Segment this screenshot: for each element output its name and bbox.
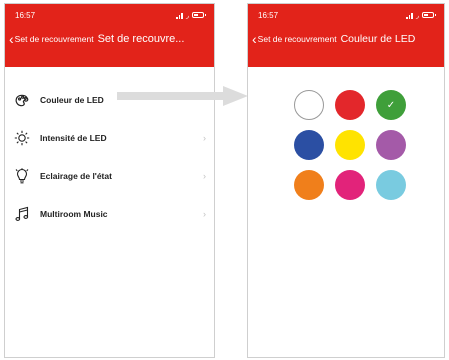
signal-icon xyxy=(406,12,413,19)
page-title: Set de recouvre... xyxy=(97,33,185,45)
status-time: 16:57 xyxy=(258,10,279,20)
app-header: 16:57 ◞ ‹ Set de recouvrement Set de rec… xyxy=(5,4,214,67)
bulb-icon xyxy=(14,168,30,184)
wifi-icon: ◞ xyxy=(185,10,189,20)
navigation-bar: ‹ Set de recouvrement Couleur de LED xyxy=(248,26,444,52)
color-swatch[interactable] xyxy=(376,170,406,200)
menu-item-label: Intensité de LED xyxy=(40,133,107,143)
menu-item-label: Multiroom Music xyxy=(40,209,108,219)
back-button[interactable]: Set de recouvrement xyxy=(258,34,337,44)
arrow-right-icon xyxy=(117,86,248,106)
menu-item-led-intensity[interactable]: Intensité de LED › xyxy=(5,119,214,157)
navigation-bar: ‹ Set de recouvrement Set de recouvre... xyxy=(5,26,214,52)
color-swatch[interactable] xyxy=(294,90,324,120)
status-bar: 16:57 ◞ xyxy=(5,4,214,26)
phone-screen-led-color: 16:57 ◞ ‹ Set de recouvrement Couleur de… xyxy=(247,3,445,358)
menu-item-status-lighting[interactable]: Eclairage de l'état › xyxy=(5,157,214,195)
sun-icon xyxy=(14,130,30,146)
app-header: 16:57 ◞ ‹ Set de recouvrement Couleur de… xyxy=(248,4,444,67)
status-icons: ◞ xyxy=(406,10,436,20)
battery-icon xyxy=(192,12,206,18)
chevron-right-icon: › xyxy=(203,209,206,219)
status-bar: 16:57 ◞ xyxy=(248,4,444,26)
page-title: Couleur de LED xyxy=(340,33,416,45)
music-note-icon xyxy=(14,206,30,222)
back-button[interactable]: Set de recouvrement xyxy=(15,34,94,44)
back-chevron-icon[interactable]: ‹ xyxy=(9,32,14,46)
color-swatch[interactable] xyxy=(376,130,406,160)
color-swatch-grid: ✓ xyxy=(294,90,406,200)
chevron-right-icon: › xyxy=(203,171,206,181)
color-swatch[interactable] xyxy=(335,170,365,200)
signal-icon xyxy=(176,12,183,19)
status-icons: ◞ xyxy=(176,10,206,20)
menu-item-label: Eclairage de l'état xyxy=(40,171,112,181)
menu-item-multiroom-music[interactable]: Multiroom Music › xyxy=(5,195,214,233)
chevron-right-icon: › xyxy=(203,133,206,143)
color-swatch[interactable] xyxy=(335,130,365,160)
color-swatch[interactable] xyxy=(294,170,324,200)
color-swatch[interactable] xyxy=(335,90,365,120)
color-swatch[interactable]: ✓ xyxy=(376,90,406,120)
back-chevron-icon[interactable]: ‹ xyxy=(252,32,257,46)
checkmark-icon: ✓ xyxy=(386,99,396,111)
wifi-icon: ◞ xyxy=(415,10,419,20)
battery-icon xyxy=(422,12,436,18)
status-time: 16:57 xyxy=(15,10,36,20)
led-color-icon xyxy=(14,92,30,108)
phone-screen-settings: 16:57 ◞ ‹ Set de recouvrement Set de rec… xyxy=(4,3,215,358)
color-swatch[interactable] xyxy=(294,130,324,160)
